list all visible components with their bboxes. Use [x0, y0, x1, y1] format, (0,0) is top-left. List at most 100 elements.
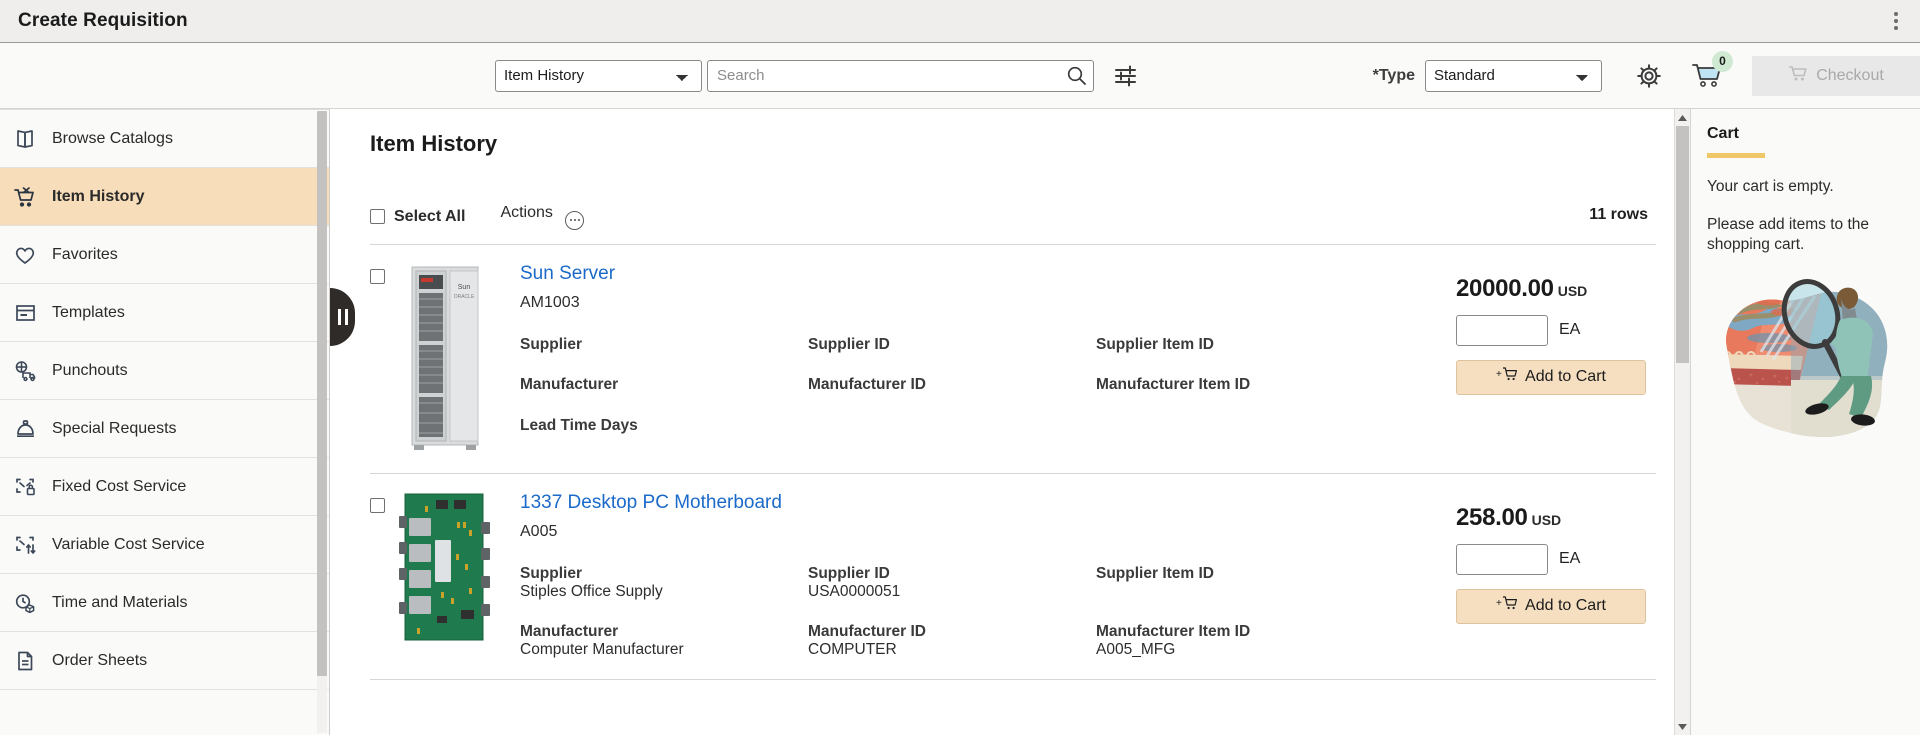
quantity-row: EA [1456, 543, 1648, 575]
sidebar-item-label: Special Requests [52, 419, 177, 437]
search-field-wrapper [707, 59, 1094, 92]
sidebar-scrollbar[interactable] [317, 111, 327, 733]
ellipsis-circle-icon[interactable] [565, 210, 585, 230]
sidebar-item-order-sheets[interactable]: Order Sheets [0, 632, 329, 690]
fixed-cost-lock-icon [12, 474, 38, 500]
filter-sliders-icon[interactable] [1112, 62, 1140, 90]
sidebar-item-time-and-materials[interactable]: Time and Materials [0, 574, 329, 632]
svg-text:+: + [1496, 369, 1502, 380]
supplier-item-id-label: Supplier Item ID [1096, 564, 1214, 582]
scroll-up-arrow-icon[interactable] [1675, 109, 1690, 126]
gear-icon[interactable] [1634, 61, 1664, 91]
supplier-field-group: Supplier Stiples Office Supply Supplier … [520, 565, 1448, 601]
unit-of-measure: EA [1559, 321, 1581, 338]
main-scrollbar[interactable] [1674, 109, 1690, 735]
item-select-checkbox[interactable] [370, 268, 385, 284]
nav-list: Browse Catalogs Item History Favorites T… [0, 109, 329, 690]
sidebar-item-label: Templates [52, 303, 125, 321]
manufacturer-item-id-field: Manufacturer Item ID A005_MFG [1096, 623, 1448, 659]
ellipsis-dot [577, 219, 580, 221]
item-name-link[interactable]: Sun Server [520, 263, 615, 285]
sidebar-scrollbar-thumb[interactable] [317, 111, 327, 676]
manufacturer-item-id-label: Manufacturer Item ID [1096, 622, 1251, 640]
price-line: 258.00 USD [1456, 504, 1648, 532]
sidebar-item-punchouts[interactable]: Punchouts [0, 342, 329, 400]
supplier-item-id-field: Supplier Item ID [1096, 336, 1448, 354]
scroll-down-arrow-icon[interactable] [1675, 718, 1690, 735]
punchout-truck-icon [12, 358, 38, 384]
item-currency: USD [1557, 282, 1588, 299]
cart-empty-message: Your cart is empty. [1707, 178, 1834, 195]
item-row: Sun ORACLE Sun Server AM1003 Supplier Su… [370, 245, 1656, 474]
list-actions-row: Select All Actions 11 rows [370, 204, 1656, 244]
add-to-cart-label: Add to Cart [1525, 368, 1606, 385]
ellipsis-dot [569, 219, 572, 221]
item-price-actions: 20000.00 USD EA + Add to Cart [1448, 263, 1648, 453]
item-details: Sun Server AM1003 Supplier Supplier ID S… [520, 263, 1448, 453]
left-navigation-sidebar: Browse Catalogs Item History Favorites T… [0, 109, 330, 735]
quantity-input[interactable] [1456, 543, 1548, 575]
sidebar-item-templates[interactable]: Templates [0, 284, 329, 342]
rack-server-image: Sun ORACLE [396, 263, 494, 453]
cart-panel-title: Cart [1707, 125, 1740, 142]
main-scrollbar-track[interactable] [1675, 126, 1690, 718]
requisition-type-select[interactable]: Standard [1425, 59, 1602, 92]
sidebar-item-label: Favorites [52, 245, 118, 263]
item-history-main-panel: Item History Select All Actions 11 rows [330, 109, 1690, 735]
item-currency: USD [1531, 511, 1562, 528]
sidebar-item-label: Time and Materials [52, 593, 188, 611]
supplier-label: Supplier [520, 335, 583, 353]
item-details: 1337 Desktop PC Motherboard A005 Supplie… [520, 492, 1448, 659]
search-icon[interactable] [1064, 64, 1088, 88]
sidebar-item-browse-catalogs[interactable]: Browse Catalogs [0, 110, 329, 168]
clock-box-icon [12, 590, 38, 616]
sidebar-item-label: Order Sheets [52, 651, 148, 669]
sidebar-item-label: Fixed Cost Service [52, 477, 187, 495]
supplier-id-field: Supplier ID [808, 336, 1096, 354]
supplier-field: Supplier Stiples Office Supply [520, 565, 808, 601]
cart-title-underline [1707, 153, 1765, 158]
toolbar-right-group: *Type Standard 0 Checkout [1373, 43, 1920, 108]
supplier-item-id-label: Supplier Item ID [1096, 335, 1214, 353]
sidebar-item-special-requests[interactable]: Special Requests [0, 400, 329, 458]
quantity-input[interactable] [1456, 314, 1548, 346]
sidebar-item-variable-cost-service[interactable]: Variable Cost Service [0, 516, 329, 574]
motherboard-image [396, 492, 494, 659]
sidebar-item-fixed-cost-service[interactable]: Fixed Cost Service [0, 458, 329, 516]
add-to-cart-button[interactable]: + Add to Cart [1456, 359, 1646, 395]
document-lines-icon [12, 648, 38, 674]
manufacturer-item-id-field: Manufacturer Item ID [1096, 376, 1448, 394]
item-price-actions: 258.00 USD EA + Add to Cart [1448, 492, 1648, 659]
item-price: 258.00 [1456, 503, 1528, 531]
item-select-checkbox[interactable] [370, 497, 385, 513]
manufacturer-item-id-value: A005_MFG [1096, 640, 1176, 658]
kebab-dot [1894, 26, 1898, 30]
supplier-id-label: Supplier ID [808, 335, 890, 353]
template-window-icon [12, 300, 38, 326]
select-all-checkbox[interactable] [370, 209, 385, 225]
collapse-bar [337, 309, 341, 325]
search-input[interactable] [707, 59, 1094, 92]
item-name-link[interactable]: 1337 Desktop PC Motherboard [520, 492, 782, 514]
sidebar-item-label: Item History [52, 187, 145, 205]
manufacturer-field-group: Manufacturer Computer Manufacturer Manuf… [520, 623, 1448, 659]
search-scope-select[interactable]: Item History [495, 59, 702, 92]
checkout-button[interactable]: Checkout [1752, 55, 1920, 96]
add-to-cart-label: Add to Cart [1525, 597, 1606, 614]
shopping-cart-icon[interactable]: 0 [1690, 50, 1733, 92]
svg-text:+: + [1496, 598, 1502, 609]
main-scrollbar-thumb[interactable] [1676, 126, 1689, 363]
more-vertical-icon[interactable] [1890, 8, 1902, 34]
manufacturer-id-label: Manufacturer ID [808, 622, 926, 640]
supplier-label: Supplier [520, 564, 583, 582]
sidebar-item-label: Browse Catalogs [52, 129, 173, 147]
item-select-checkbox-wrapper [370, 492, 396, 659]
row-count-label: 11 rows [1589, 206, 1648, 223]
page-body: Browse Catalogs Item History Favorites T… [0, 109, 1920, 735]
manufacturer-id-label: Manufacturer ID [808, 375, 926, 393]
actions-menu-button[interactable]: Actions [500, 204, 585, 230]
add-to-cart-button[interactable]: + Add to Cart [1456, 588, 1646, 624]
sidebar-item-item-history[interactable]: Item History [0, 168, 329, 226]
sidebar-item-favorites[interactable]: Favorites [0, 226, 329, 284]
add-to-cart-icon: + [1496, 595, 1518, 617]
